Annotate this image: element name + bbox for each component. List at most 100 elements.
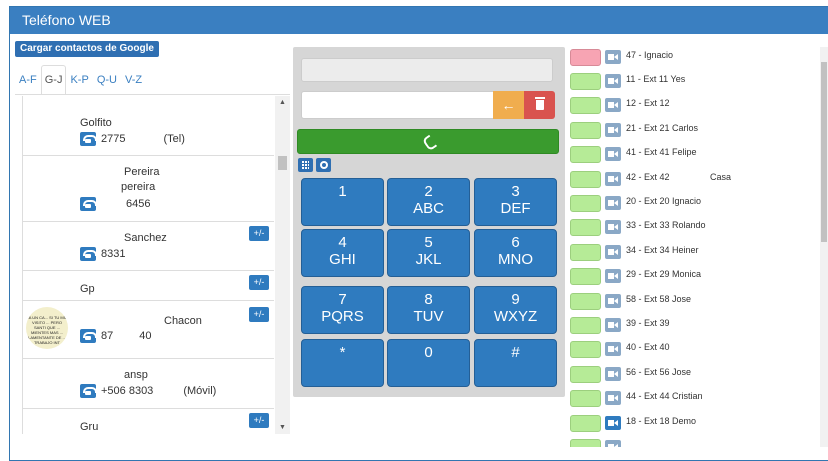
phone-icon[interactable]	[80, 132, 97, 146]
key-digit: 1	[338, 183, 347, 200]
extension-label: 56 - Ext 56 Jose	[626, 367, 692, 377]
tab-k-p[interactable]: K-P	[66, 65, 92, 94]
key-digit: 2	[424, 183, 433, 200]
video-call-icon[interactable]	[605, 196, 621, 210]
video-call-icon[interactable]	[605, 391, 621, 405]
contact-phone-line: 6456	[80, 197, 150, 211]
toggle-numbers-button[interactable]: +/-	[249, 275, 269, 290]
contact-number: 2775	[101, 133, 126, 145]
video-call-icon[interactable]	[605, 269, 621, 283]
contact-name: Pereira	[124, 166, 160, 178]
scrollbar-thumb[interactable]	[821, 62, 827, 242]
extension-status[interactable]	[570, 293, 601, 310]
extension-status[interactable]	[570, 341, 601, 358]
extension-status[interactable]	[570, 366, 601, 383]
phone-icon[interactable]	[80, 384, 97, 398]
tab-q-u[interactable]: Q-U	[93, 65, 121, 94]
toggle-numbers-button[interactable]: +/-	[249, 413, 269, 428]
extension-status[interactable]	[570, 195, 601, 212]
key-6[interactable]: 6 MNO	[474, 229, 557, 277]
contact-subname: pereira	[121, 181, 156, 193]
extension-item: 56 - Ext 56 Jose	[568, 364, 820, 383]
scrollbar-thumb[interactable]	[278, 156, 287, 170]
tab-v-z[interactable]: V-Z	[121, 65, 146, 94]
key-8[interactable]: 8 TUV	[387, 286, 470, 334]
key-0[interactable]: 0	[387, 339, 470, 387]
contact-number: +506 8303	[101, 385, 154, 397]
key-star[interactable]: *	[301, 339, 384, 387]
video-call-icon[interactable]	[605, 123, 621, 137]
video-call-icon[interactable]	[605, 416, 621, 430]
extension-label: 29 - Ext 29 Monica	[626, 269, 702, 279]
key-hash[interactable]: #	[474, 339, 557, 387]
video-call-icon[interactable]	[605, 342, 621, 356]
video-call-icon[interactable]	[605, 367, 621, 381]
video-call-icon[interactable]	[605, 147, 621, 161]
contact-item: +/- LA UN CA... SI TU MIA VISITO ... PER…	[23, 301, 274, 359]
keypad-toggle-button[interactable]	[298, 158, 313, 172]
settings-button[interactable]	[316, 158, 331, 172]
video-call-icon[interactable]	[605, 440, 621, 447]
video-call-icon[interactable]	[605, 172, 621, 186]
video-call-icon[interactable]	[605, 318, 621, 332]
call-button[interactable]	[297, 129, 559, 154]
video-call-icon[interactable]	[605, 294, 621, 308]
extension-status[interactable]	[570, 244, 601, 261]
key-letters: MNO	[498, 251, 533, 268]
key-9[interactable]: 9 WXYZ	[474, 286, 557, 334]
phone-icon[interactable]	[80, 247, 97, 261]
extensions-scrollbar[interactable]	[820, 47, 828, 447]
key-7[interactable]: 7 PQRS	[301, 286, 384, 334]
video-call-icon[interactable]	[605, 74, 621, 88]
video-call-icon[interactable]	[605, 220, 621, 234]
key-digit: 5	[424, 234, 433, 251]
contacts-scrollbar[interactable]: ▲ ▼	[275, 96, 290, 434]
extension-status[interactable]	[570, 97, 601, 114]
contact-phone-line: 87 40	[80, 329, 152, 343]
extension-status[interactable]	[570, 415, 601, 432]
video-call-icon[interactable]	[605, 50, 621, 64]
video-call-icon[interactable]	[605, 245, 621, 259]
extension-status[interactable]	[570, 219, 601, 236]
extension-label: 18 - Ext 18 Demo	[626, 416, 697, 426]
phone-icon[interactable]	[80, 197, 97, 211]
extension-status[interactable]	[570, 390, 601, 407]
key-2[interactable]: 2 ABC	[387, 178, 470, 226]
phone-icon[interactable]	[80, 329, 97, 343]
key-1[interactable]: 1	[301, 178, 384, 226]
video-call-icon[interactable]	[605, 98, 621, 112]
extension-label: 12 - Ext 12	[626, 98, 670, 108]
tab-g-j[interactable]: G-J	[40, 65, 67, 94]
extension-note: Casa	[710, 172, 732, 182]
contact-number-type: (Tel)	[163, 133, 185, 145]
arrow-left-icon: ←	[501, 97, 516, 113]
extension-status[interactable]	[570, 439, 601, 447]
extension-status[interactable]	[570, 317, 601, 334]
backspace-button[interactable]: ←	[493, 91, 524, 119]
extension-status[interactable]	[570, 122, 601, 139]
contact-number: 8331	[101, 248, 126, 260]
extension-item: 40 - Ext 40	[568, 339, 820, 358]
number-input[interactable]	[301, 91, 493, 119]
load-google-contacts-button[interactable]: Cargar contactos de Google	[15, 41, 159, 57]
contact-phone-line: 2775 (Tel)	[80, 132, 185, 146]
scroll-up-arrow-icon[interactable]: ▲	[279, 99, 286, 106]
clear-button[interactable]	[524, 91, 555, 119]
contact-number-suffix: 40	[139, 330, 152, 342]
extension-status[interactable]	[570, 171, 601, 188]
extension-status[interactable]	[570, 268, 601, 285]
key-letters: GHI	[329, 251, 356, 268]
toggle-numbers-button[interactable]: +/-	[249, 226, 269, 241]
extension-status[interactable]	[570, 49, 601, 66]
toggle-numbers-button[interactable]: +/-	[249, 307, 269, 322]
tab-a-f[interactable]: A-F	[15, 65, 41, 94]
key-5[interactable]: 5 JKL	[387, 229, 470, 277]
key-4[interactable]: 4 GHI	[301, 229, 384, 277]
extension-status[interactable]	[570, 146, 601, 163]
key-letters: JKL	[415, 251, 442, 268]
extensions-list: 47 - Ignacio 11 - Ext 11 Yes 12 - Ext 12…	[568, 47, 820, 447]
scroll-down-arrow-icon[interactable]: ▼	[279, 424, 286, 431]
extension-status[interactable]	[570, 73, 601, 90]
key-3[interactable]: 3 DEF	[474, 178, 557, 226]
contact-name: Gru	[80, 421, 99, 433]
